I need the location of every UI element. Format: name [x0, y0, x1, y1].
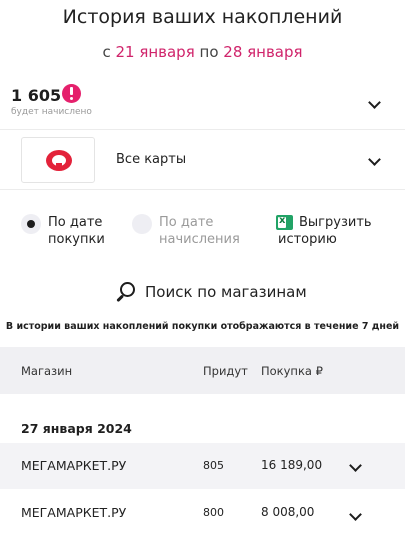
period-middle: по [199, 43, 219, 61]
table-row[interactable]: МЕГАМАРКЕТ.РУ 800 8 008,00 [0, 490, 405, 536]
search-label: Поиск по магазинам [145, 283, 307, 301]
store-name: МЕГАМАРКЕТ.РУ [21, 458, 127, 473]
date-group-heading: 27 января 2024 [21, 421, 132, 436]
cards-selector[interactable]: Все карты [0, 131, 405, 190]
balance-sub-label: будет начислено [11, 107, 92, 117]
cards-label: Все карты [116, 152, 187, 167]
points-value: 800 [203, 506, 224, 519]
period-start-date[interactable]: 21 января [115, 43, 194, 61]
store-name: МЕГАМАРКЕТ.РУ [21, 505, 127, 520]
balance-value: 1 605 [11, 86, 62, 105]
table-row[interactable]: МЕГАМАРКЕТ.РУ 805 16 189,00 [0, 443, 405, 489]
purchase-amount: 8 008,00 [261, 505, 315, 519]
export-history-button[interactable]: Выгрузить историю [278, 214, 372, 248]
chevron-down-icon[interactable] [368, 153, 381, 166]
chevron-down-icon[interactable] [368, 96, 381, 109]
sort-by-purchase-radio[interactable] [21, 214, 41, 234]
column-header-amount: Покупка ₽ [261, 364, 323, 378]
page-title: История ваших накоплений [62, 6, 343, 28]
history-note: В истории ваших накоплений покупки отобр… [5, 321, 400, 332]
balance-row[interactable]: 1 605 будет начислено [0, 80, 405, 130]
column-header-points: Придут [203, 364, 248, 378]
sort-by-accrual-label[interactable]: По дате начисления [159, 214, 240, 248]
bank-logo-icon [46, 150, 72, 171]
search-icon [113, 282, 135, 304]
period-range[interactable]: с 21 января по 28 января [0, 43, 405, 61]
points-value: 805 [203, 459, 224, 472]
column-header-store: Магазин [21, 364, 73, 378]
chevron-down-icon[interactable] [349, 508, 362, 521]
period-prefix: с [102, 43, 111, 61]
table-header: Магазин Придут Покупка ₽ [0, 347, 405, 394]
bank-card-logo [21, 137, 95, 183]
purchase-amount: 16 189,00 [261, 458, 323, 472]
period-end-date[interactable]: 28 января [223, 43, 302, 61]
sort-by-purchase-label[interactable]: По дате покупки [48, 214, 105, 248]
exclamation-icon[interactable] [62, 84, 81, 103]
chevron-down-icon[interactable] [349, 459, 362, 472]
sort-by-accrual-radio[interactable] [132, 214, 152, 234]
